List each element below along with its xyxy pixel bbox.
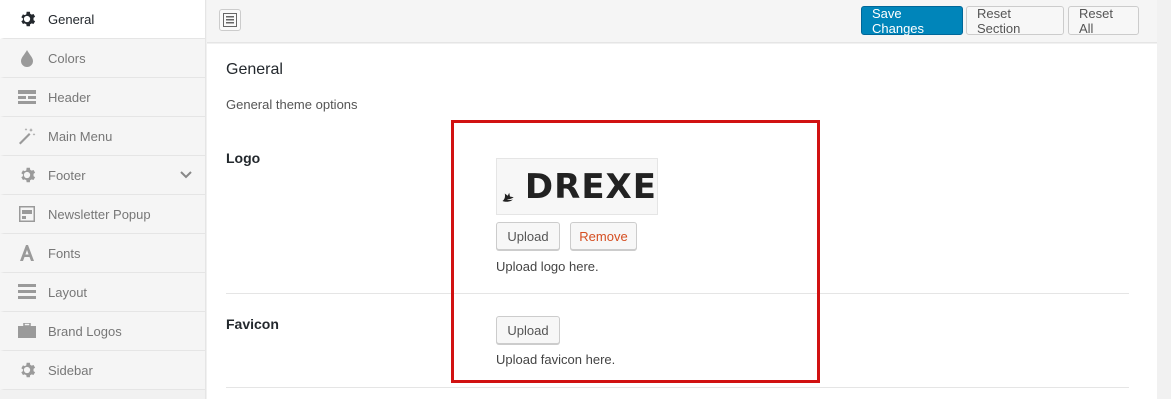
sidebar-item-label: Main Menu (48, 128, 113, 144)
sidebar-item-label: Fonts (48, 245, 81, 261)
sidebar-item-label: Colors (48, 50, 86, 66)
options-panel: General General theme options Logo DREXE… (207, 44, 1157, 399)
field-divider (226, 387, 1129, 388)
panel-icon (223, 13, 237, 27)
logo-mark-icon (502, 192, 514, 202)
chevron-down-icon[interactable] (179, 168, 193, 185)
favicon-upload-button[interactable]: Upload (496, 316, 560, 344)
logo-remove-button[interactable]: Remove (570, 222, 637, 250)
reset-all-button[interactable]: Reset All (1068, 6, 1139, 36)
droplet-icon (18, 49, 36, 67)
section-description: General theme options (226, 97, 358, 112)
sidebar-item-label: Brand Logos (48, 323, 122, 339)
page-scroll-area (1157, 0, 1171, 399)
sidebar-item-label: Sidebar (48, 362, 93, 378)
sidebar-item-header[interactable]: Header (0, 78, 205, 117)
logo-preview-text: DREXE (524, 166, 657, 207)
reset-section-button[interactable]: Reset Section (966, 6, 1064, 36)
sidebar-item-sidebar[interactable]: Sidebar (0, 351, 205, 390)
logo-upload-button[interactable]: Upload (496, 222, 560, 250)
options-toolbar: Save Changes Reset Section Reset All (207, 0, 1157, 43)
sidebar-item-layout[interactable]: Layout (0, 273, 205, 312)
magic-wand-icon (18, 127, 36, 145)
save-changes-button[interactable]: Save Changes (861, 6, 963, 36)
header-icon (18, 88, 36, 106)
sidebar-item-general[interactable]: General (0, 0, 205, 39)
sidebar-item-label: Footer (48, 167, 86, 183)
sidebar-item-label: General (48, 11, 95, 27)
favicon-help-text: Upload favicon here. (496, 352, 616, 367)
options-sidebar: General Colors Header Main Menu Footer N… (0, 0, 206, 399)
sidebar-item-label: Header (48, 89, 91, 105)
logo-field-label: Logo (226, 150, 261, 166)
section-title: General (226, 61, 283, 78)
logo-preview: DREXE (496, 158, 658, 215)
sidebar-item-label: Layout (48, 284, 88, 300)
sidebar-item-main-menu[interactable]: Main Menu (0, 117, 205, 156)
layout-icon (18, 283, 36, 301)
sidebar-item-footer[interactable]: Footer (0, 156, 205, 195)
logo-help-text: Upload logo here. (496, 259, 599, 274)
sidebar-item-colors[interactable]: Colors (0, 39, 205, 78)
popup-icon (18, 205, 36, 223)
gear-icon (18, 10, 36, 28)
expand-toggle-button[interactable] (219, 9, 241, 31)
sidebar-item-brand-logos[interactable]: Brand Logos (0, 312, 205, 351)
gear-icon (18, 361, 36, 379)
gear-icon (18, 166, 36, 184)
briefcase-icon (18, 322, 36, 340)
field-divider (226, 293, 1129, 294)
sidebar-item-label: Newsletter Popup (48, 206, 151, 222)
sidebar-item-fonts[interactable]: Fonts (0, 234, 205, 273)
sidebar-item-newsletter-popup[interactable]: Newsletter Popup (0, 195, 205, 234)
font-icon (18, 244, 36, 262)
favicon-field-label: Favicon (226, 316, 279, 332)
